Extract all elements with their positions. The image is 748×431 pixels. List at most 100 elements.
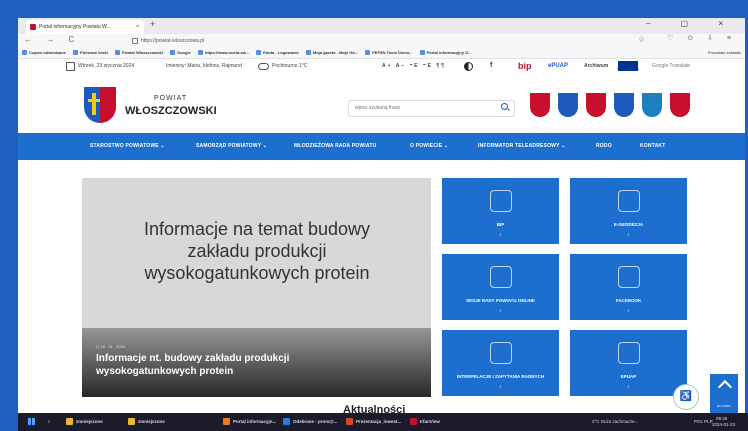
utility-bar: Wtorek, 23 stycznia 2024 Imieniny: Maria… — [18, 59, 745, 73]
gmina-crest-icon[interactable] — [614, 93, 634, 117]
menu-informator[interactable]: INFORMATOR TELEADRESOWY ⌄ — [478, 133, 566, 160]
tile-label: INTERPELACJE I ZAPYTANIA RADNYCH — [456, 374, 544, 379]
bookmark-item[interactable]: PEFSN Tools Demo... — [365, 50, 412, 56]
search-icon[interactable]: ⌕ — [48, 417, 51, 427]
search-input[interactable] — [349, 101, 495, 114]
bip-icon — [490, 190, 512, 212]
new-tab-button[interactable]: + — [150, 19, 155, 29]
tile-epuap[interactable]: EPUAP › — [570, 330, 687, 396]
bookmark-star-icon[interactable]: ☆ — [638, 35, 645, 44]
taskbar-item[interactable]: Prezentacja_inwest... — [346, 417, 401, 427]
taskbar-item[interactable]: Portal informacyjn... — [223, 417, 276, 427]
windows-start-icon[interactable] — [28, 418, 35, 425]
current-date: Wtorek, 23 stycznia 2024 — [78, 63, 135, 69]
bookmark-icon — [73, 50, 79, 56]
nav-buttons[interactable]: ← → C — [24, 35, 80, 44]
name-days: Imieniny: Maria, Idefons, Rajmund — [166, 63, 242, 69]
logo-name: WŁOSZCZOWSKI — [125, 105, 217, 117]
taskbar-item[interactable]: zmniejszone — [66, 417, 103, 427]
bookmark-item[interactable]: Często odwiedzane — [22, 50, 66, 56]
search-icon[interactable] — [501, 103, 508, 110]
tile-label: SESJE RADY POWIATU ONLINE — [466, 298, 535, 303]
bookmark-item[interactable]: https://www.oneta-sw... — [197, 50, 249, 56]
gmina-crest-icon[interactable] — [586, 93, 606, 117]
tile-facebook[interactable]: FACEBOOK › — [570, 254, 687, 320]
search-box — [348, 100, 515, 117]
facebook-icon[interactable]: f — [490, 59, 492, 73]
folder-icon — [128, 418, 135, 426]
bookmark-icon — [305, 50, 311, 56]
facebook-icon — [618, 266, 640, 288]
bookmark-icon — [197, 50, 203, 56]
tab-title: Portal informacyjny Powiatu W... — [39, 24, 111, 30]
accessibility-icon[interactable]: ♿ — [673, 384, 699, 410]
mail-icon — [283, 418, 290, 426]
tile-label: FACEBOOK — [615, 298, 642, 303]
menu-samorzad[interactable]: SAMORZĄD POWIATOWY ⌄ — [196, 133, 267, 160]
tile-label: E-GEODEZJA — [613, 222, 644, 227]
logo-powiat: POWIAT — [154, 95, 188, 102]
firefox-icon — [223, 418, 230, 426]
gmina-crest-icon[interactable] — [530, 93, 550, 117]
bookmark-item[interactable]: Moja gazeta - Moje Ga... — [305, 50, 358, 56]
bookmark-item[interactable]: Portal informacyjny G... — [419, 50, 472, 56]
contrast-icon[interactable] — [464, 62, 473, 71]
taskbar-item[interactable]: Odebrane - prom@... — [283, 417, 337, 427]
menu-starostwo[interactable]: STAROSTWO POWIATOWE ⌄ — [90, 133, 165, 160]
url-field[interactable]: https://powiat-wloszczowa.pl — [132, 35, 204, 47]
menu-mlodziezowa-rada[interactable]: MŁODZIEŻOWA RADA POWIATU — [294, 133, 376, 160]
archive-link[interactable]: Archiwum — [584, 59, 608, 73]
menu-o-powiecie[interactable]: O POWIECIE ⌄ — [410, 133, 448, 160]
bookmark-item[interactable]: Powiat Włoszczowski — [114, 50, 163, 56]
taskbar-language[interactable]: POL PLP — [694, 417, 713, 427]
bookmark-item[interactable]: Google — [169, 50, 191, 56]
menu-kontakt[interactable]: KONTAKT — [640, 133, 665, 160]
toolbar-icons[interactable]: ♡ ⊙ ⇩ ≡ — [667, 34, 737, 42]
bookmark-icon — [22, 50, 27, 56]
gmina-crest-icon[interactable] — [642, 93, 662, 117]
weather-text: Pochmurno 1°C — [272, 63, 308, 69]
window-controls[interactable]: – ▢ × — [646, 19, 737, 28]
document-icon — [490, 342, 512, 364]
news-section-heading: Aktualności — [343, 404, 406, 413]
taskbar-weather[interactable]: 2°C Duże zachmurze... — [592, 417, 638, 427]
calendar-icon — [66, 62, 75, 71]
powerpoint-icon — [346, 418, 353, 426]
favicon-icon — [30, 24, 36, 30]
bookmark-item[interactable]: Edota - Logowanie — [256, 50, 299, 56]
browser-window: Portal informacyjny Powiatu W... × + – ▢… — [18, 18, 745, 413]
taskbar-date[interactable]: 2024-01-23 — [712, 420, 735, 430]
county-crest-logo[interactable] — [84, 87, 116, 123]
bookmark-item[interactable]: Pierwsze kroki — [73, 50, 108, 56]
epuap-logo-link[interactable]: ePUAP — [548, 59, 568, 73]
tile-label: BIP — [496, 222, 505, 227]
tile-sesje-rady[interactable]: SESJE RADY POWIATU ONLINE › — [442, 254, 559, 320]
menu-rodo[interactable]: RODO — [596, 133, 612, 160]
other-bookmarks[interactable]: Pozostałe zakładki — [708, 48, 741, 58]
gmina-crest-icon[interactable] — [558, 93, 578, 117]
tile-bip[interactable]: BIP › — [442, 178, 559, 244]
slide-title[interactable]: Informacje nt. budowy zakładu produkcji … — [96, 352, 376, 378]
browser-tab[interactable]: Portal informacyjny Powiatu W... × — [26, 20, 144, 34]
scroll-to-top-button[interactable]: DO GÓRY — [710, 374, 738, 413]
slide-image-headline: Informacje na temat budowy zakładu produ… — [143, 219, 371, 283]
bookmark-icon — [419, 50, 425, 56]
taskbar-item[interactable]: zmniejszone — [128, 417, 165, 427]
irfanview-icon — [410, 418, 417, 426]
building-icon — [490, 266, 512, 288]
bip-logo-link[interactable]: bip — [518, 59, 532, 73]
tile-e-geodezja[interactable]: E-GEODEZJA › — [570, 178, 687, 244]
taskbar-item[interactable]: IrfanView — [410, 417, 440, 427]
tile-interpelacje[interactable]: INTERPELACJE I ZAPYTANIA RADNYCH › — [442, 330, 559, 396]
gmina-crest-icon[interactable] — [670, 93, 690, 117]
chevron-right-icon: › — [627, 308, 630, 314]
bookmarks-bar: Często odwiedzane Pierwsze kroki Powiat … — [18, 48, 745, 59]
news-slider[interactable]: Informacje na temat budowy zakładu produ… — [82, 178, 431, 397]
font-size-controls[interactable]: A+ A− ⁼E ⁼E ¶¶ — [382, 59, 446, 73]
chevron-right-icon: › — [499, 384, 502, 390]
google-translate-link[interactable]: Google Translate — [652, 59, 690, 73]
lock-icon — [132, 37, 138, 44]
gmina-crests — [530, 93, 698, 122]
url-text: https://powiat-wloszczowa.pl — [141, 38, 205, 44]
tab-close-icon[interactable]: × — [136, 20, 139, 34]
